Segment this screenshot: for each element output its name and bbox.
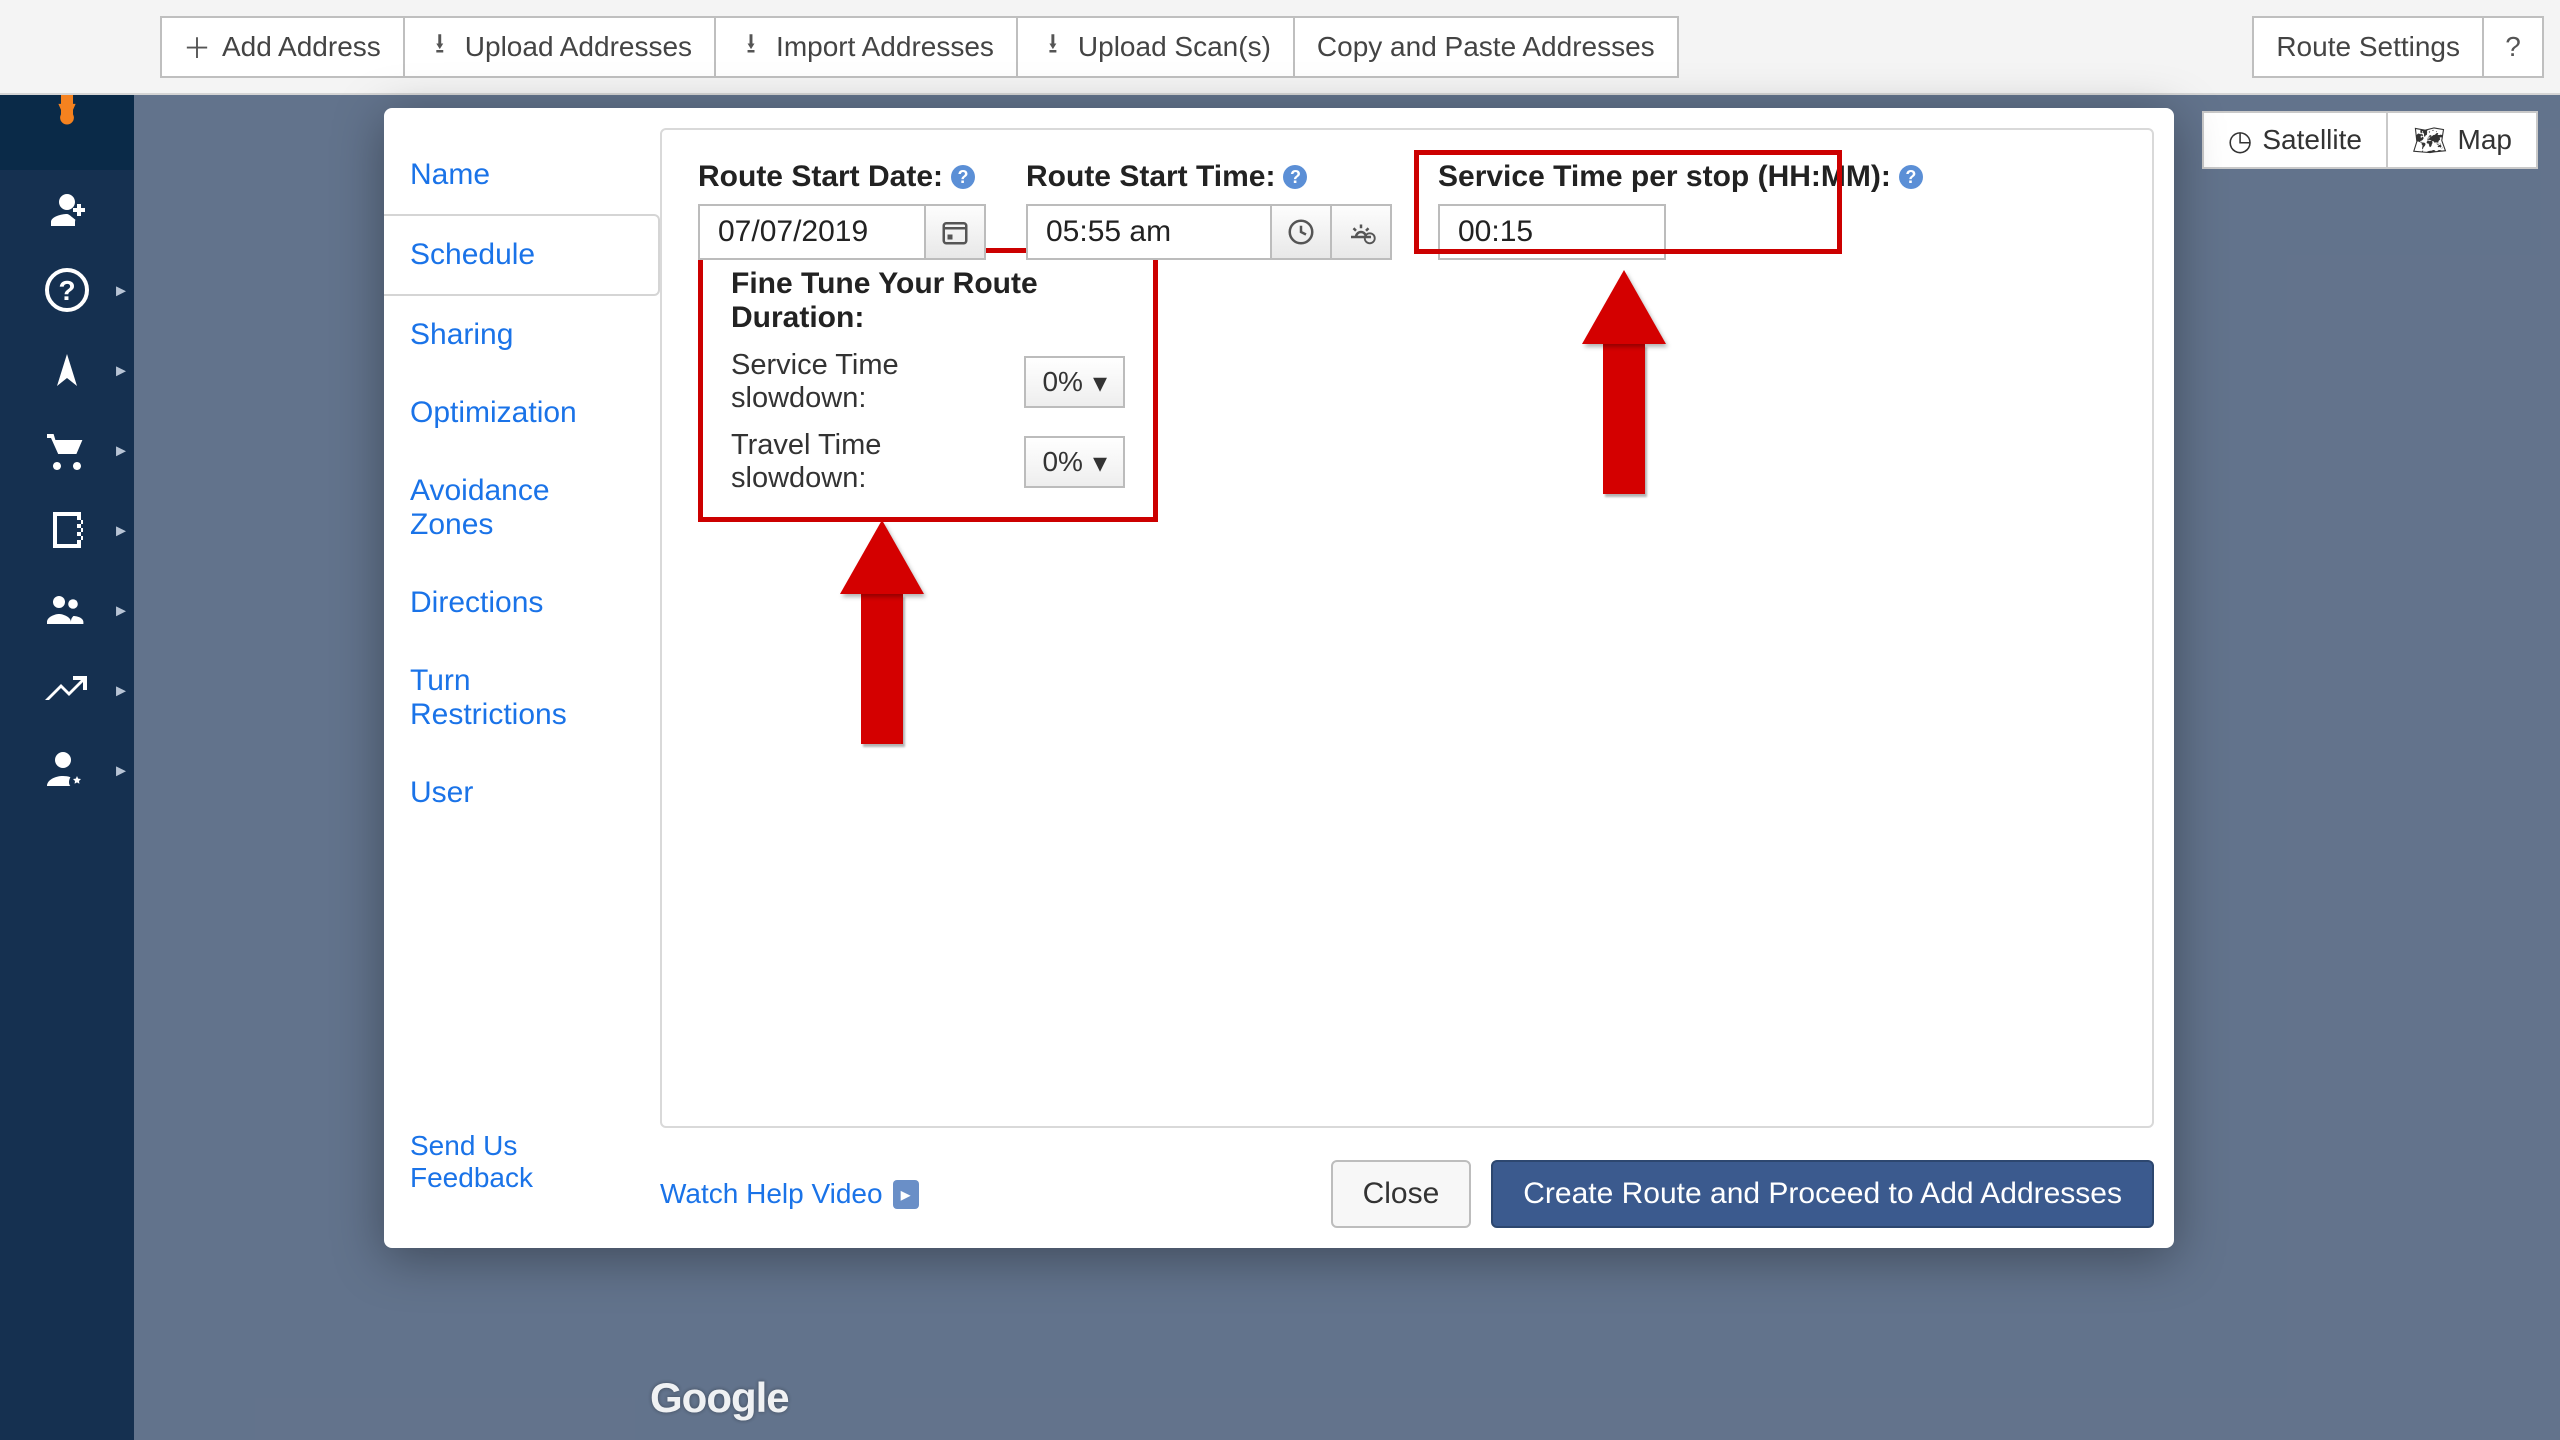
travel-slowdown-label: Travel Time slowdown: xyxy=(731,429,1006,495)
map-type-toggle: ◷ Satellite 🗺 Map xyxy=(2202,111,2538,169)
start-date-label: Route Start Date: xyxy=(698,160,943,194)
sidebar-item-address-book[interactable]: ▸ xyxy=(0,490,134,570)
help-video-label: Watch Help Video xyxy=(660,1178,883,1210)
plus-icon: ＋ xyxy=(184,34,210,60)
team-vehicle-icon xyxy=(43,586,91,634)
upload-addresses-button[interactable]: ⭳ Upload Addresses xyxy=(405,16,716,78)
sidebar-item-help[interactable]: ? ▸ xyxy=(0,250,134,330)
map-label: Map xyxy=(2458,124,2512,156)
annotation-arrow xyxy=(1584,270,1664,494)
user-gear-icon xyxy=(43,746,91,794)
feedback-link[interactable]: Send Us Feedback xyxy=(410,1130,634,1194)
route-start-date-field: Route Start Date: ? xyxy=(698,160,986,260)
tab-user[interactable]: User xyxy=(384,754,660,832)
tab-name[interactable]: Name xyxy=(384,136,660,214)
route-settings-modal: Name Schedule Sharing Optimization Avoid… xyxy=(384,108,2174,1248)
svg-text:?: ? xyxy=(58,275,75,306)
sidebar-item-add-user[interactable] xyxy=(0,170,134,250)
tab-turn[interactable]: Turn Restrictions xyxy=(384,642,660,754)
import-addresses-button[interactable]: ⭳ Import Addresses xyxy=(716,16,1018,78)
upload-addresses-label: Upload Addresses xyxy=(465,31,692,63)
routes-arrow-icon xyxy=(43,346,91,394)
chart-arrow-icon xyxy=(43,666,91,714)
sidebar-item-team[interactable]: ▸ xyxy=(0,570,134,650)
sidebar-item-routes[interactable]: ▸ xyxy=(0,330,134,410)
service-slowdown-value: 0% xyxy=(1042,366,1082,398)
create-route-label: Create Route and Proceed to Add Addresse… xyxy=(1523,1177,2122,1211)
upload-scans-button[interactable]: ⭳ Upload Scan(s) xyxy=(1018,16,1295,78)
top-toolbar: ＋ Add Address ⭳ Upload Addresses ⭳ Impor… xyxy=(0,0,2560,95)
close-label: Close xyxy=(1363,1177,1440,1211)
toolbar-help-button[interactable]: ? xyxy=(2484,16,2544,78)
upload-icon: ⭳ xyxy=(427,34,453,60)
create-route-button[interactable]: Create Route and Proceed to Add Addresse… xyxy=(1491,1160,2154,1228)
close-button[interactable]: Close xyxy=(1331,1160,1472,1228)
service-time-label: Service Time per stop (HH:MM): xyxy=(1438,160,1891,194)
clock-icon xyxy=(1286,217,1316,247)
service-time-field: Service Time per stop (HH:MM): ? xyxy=(1438,160,1923,260)
service-slowdown-label: Service Time slowdown: xyxy=(731,349,1006,415)
copy-paste-label: Copy and Paste Addresses xyxy=(1317,31,1655,63)
route-settings-label: Route Settings xyxy=(2276,31,2460,63)
chevron-down-icon: ▾ xyxy=(1093,446,1107,479)
user-plus-icon xyxy=(43,186,91,234)
route-start-time-field: Route Start Time: ? xyxy=(1026,160,1392,260)
globe-icon: ◷ xyxy=(2228,124,2252,157)
service-time-input[interactable] xyxy=(1438,204,1666,260)
travel-slowdown-dropdown[interactable]: 0% ▾ xyxy=(1024,436,1125,488)
import-icon: ⭳ xyxy=(738,34,764,60)
sidebar-item-analytics[interactable]: ▸ xyxy=(0,650,134,730)
fine-tune-title: Fine Tune Your Route Duration: xyxy=(731,267,1125,335)
tab-sharing[interactable]: Sharing xyxy=(384,296,660,374)
map-map-button[interactable]: 🗺 Map xyxy=(2386,113,2536,167)
help-icon[interactable]: ? xyxy=(951,165,975,189)
play-icon: ▸ xyxy=(893,1180,919,1209)
help-video-link[interactable]: Watch Help Video ▸ xyxy=(660,1178,919,1210)
help-icon[interactable]: ? xyxy=(1899,165,1923,189)
start-date-input[interactable] xyxy=(698,204,926,260)
left-sidebar: ? ▸ ▸ ▸ ▸ ▸ ▸ ▸ xyxy=(0,0,134,1440)
tab-schedule[interactable]: Schedule xyxy=(384,214,660,296)
cart-icon xyxy=(43,426,91,474)
help-icon: ? xyxy=(2500,34,2526,60)
tab-avoidance[interactable]: Avoidance Zones xyxy=(384,452,660,564)
fine-tune-section: Fine Tune Your Route Duration: Service T… xyxy=(698,248,1158,522)
service-slowdown-dropdown[interactable]: 0% ▾ xyxy=(1024,356,1125,408)
clock-button[interactable] xyxy=(1272,204,1332,260)
travel-slowdown-value: 0% xyxy=(1042,446,1082,478)
start-time-input[interactable] xyxy=(1026,204,1272,260)
add-address-button[interactable]: ＋ Add Address xyxy=(160,16,405,78)
sunrise-icon xyxy=(1344,217,1378,247)
add-address-label: Add Address xyxy=(222,31,381,63)
sidebar-item-orders[interactable]: ▸ xyxy=(0,410,134,490)
calendar-button[interactable] xyxy=(926,204,986,260)
map-satellite-button[interactable]: ◷ Satellite xyxy=(2204,113,2386,167)
modal-content: Route Start Date: ? Route Start Time: ? xyxy=(660,128,2154,1128)
map-icon: 🗺 xyxy=(2412,124,2448,157)
upload-scans-label: Upload Scan(s) xyxy=(1078,31,1271,63)
tab-optimization[interactable]: Optimization xyxy=(384,374,660,452)
tab-directions[interactable]: Directions xyxy=(384,564,660,642)
sidebar-item-account[interactable]: ▸ xyxy=(0,730,134,810)
upload-scan-icon: ⭳ xyxy=(1040,34,1066,60)
start-time-label: Route Start Time: xyxy=(1026,160,1275,194)
chevron-down-icon: ▾ xyxy=(1093,366,1107,399)
annotation-arrow xyxy=(842,520,922,744)
copy-paste-button[interactable]: Copy and Paste Addresses xyxy=(1295,16,1679,78)
modal-tabs: Name Schedule Sharing Optimization Avoid… xyxy=(384,108,660,1248)
help-circle-icon: ? xyxy=(43,266,91,314)
google-watermark: Google xyxy=(650,1374,789,1422)
calendar-icon xyxy=(940,217,970,247)
satellite-label: Satellite xyxy=(2262,124,2362,156)
sunrise-button[interactable] xyxy=(1332,204,1392,260)
import-addresses-label: Import Addresses xyxy=(776,31,994,63)
help-icon[interactable]: ? xyxy=(1283,165,1307,189)
route-settings-button[interactable]: Route Settings xyxy=(2252,16,2484,78)
modal-footer: Watch Help Video ▸ Close Create Route an… xyxy=(660,1160,2154,1228)
address-book-icon xyxy=(43,506,91,554)
